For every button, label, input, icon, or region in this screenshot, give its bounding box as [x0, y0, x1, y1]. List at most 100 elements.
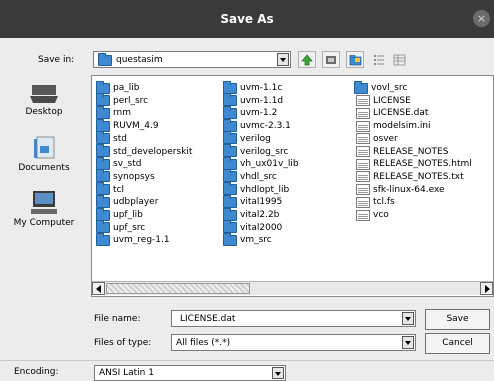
save-button[interactable]: Save — [425, 309, 490, 330]
list-item[interactable]: vital1995 — [223, 194, 283, 208]
file-icon — [356, 95, 370, 107]
list-item[interactable]: tcl — [96, 182, 124, 196]
list-item-label: std — [113, 133, 127, 144]
folder-icon — [96, 220, 110, 234]
folder-icon — [223, 118, 237, 132]
list-item[interactable]: uvm_reg-1.1 — [96, 232, 170, 246]
list-item[interactable]: osver — [354, 133, 398, 145]
place-documents[interactable]: Documents — [0, 135, 88, 173]
list-item-label: uvm-1.2 — [240, 108, 278, 119]
list-item-label: LICENSE.dat — [373, 108, 429, 119]
list-item[interactable]: uvm-1.1c — [223, 80, 282, 94]
list-item[interactable]: modelsim.ini — [354, 120, 431, 132]
place-desktop-label: Desktop — [25, 107, 63, 117]
scroll-right-icon[interactable] — [480, 282, 493, 295]
list-item[interactable]: LICENSE — [354, 95, 411, 107]
list-item[interactable]: RELEASE_NOTES — [354, 146, 448, 158]
list-view-button[interactable] — [370, 51, 388, 68]
list-item[interactable]: sv_std — [96, 156, 141, 170]
folder-icon — [96, 169, 110, 183]
new-folder-icon — [349, 54, 361, 65]
list-item[interactable]: synopsys — [96, 169, 155, 183]
list-item[interactable]: RUVM_4.9 — [96, 118, 159, 132]
list-item[interactable]: udbplayer — [96, 194, 158, 208]
list-item-label: vital1995 — [240, 197, 283, 208]
folder-icon — [223, 207, 237, 221]
list-item[interactable]: perl_src — [96, 93, 148, 107]
folder-icon — [96, 93, 110, 107]
horizontal-scrollbar[interactable] — [92, 281, 493, 295]
file-name-value: LICENSE.dat — [180, 314, 236, 324]
list-item[interactable]: verilog — [223, 131, 271, 145]
file-icon — [356, 146, 370, 157]
chevron-down-icon[interactable] — [277, 53, 289, 66]
list-item[interactable]: vital2.2b — [223, 207, 280, 221]
chevron-down-icon[interactable] — [402, 336, 414, 349]
chevron-down-icon[interactable] — [272, 367, 284, 379]
list-view-icon — [374, 54, 384, 65]
up-folder-button[interactable] — [298, 51, 316, 68]
file-type-select[interactable]: All files (*.*) — [171, 334, 416, 351]
details-view-button[interactable] — [390, 51, 408, 68]
folder-icon — [96, 194, 110, 208]
folder-icon — [96, 118, 110, 132]
file-name-input[interactable]: LICENSE.dat — [171, 310, 416, 327]
list-item-label: tcl — [113, 184, 124, 195]
place-documents-label: Documents — [18, 163, 70, 173]
list-item-label: vital2.2b — [240, 210, 280, 220]
folder-icon — [96, 144, 110, 157]
save-in-combo[interactable]: questasim — [93, 51, 291, 68]
list-item[interactable]: vovl_src — [354, 80, 407, 94]
folder-icon — [223, 182, 237, 196]
list-item-label: vco — [373, 210, 389, 220]
close-icon[interactable]: × — [473, 10, 490, 27]
list-item-label: vhdl_src — [240, 171, 277, 182]
list-item[interactable]: sfk-linux-64.exe — [354, 184, 445, 196]
encoding-select[interactable]: ANSI Latin 1 — [94, 365, 286, 381]
list-item[interactable]: uvm-1.1d — [223, 93, 283, 107]
list-item-label: vital2000 — [240, 222, 283, 233]
list-item[interactable]: tcl.fs — [354, 196, 395, 208]
file-type-value: All files (*.*) — [176, 338, 231, 348]
list-item[interactable]: vh_ux01v_lib — [223, 156, 299, 170]
scrollbar-thumb[interactable] — [106, 283, 250, 294]
place-my-computer[interactable]: My Computer — [0, 190, 88, 228]
folder-icon — [98, 53, 112, 66]
encoding-label: Encoding: — [14, 367, 59, 377]
list-item[interactable]: vhdl_src — [223, 169, 277, 183]
place-desktop[interactable]: Desktop — [0, 83, 88, 117]
list-item[interactable]: LICENSE.dat — [354, 107, 428, 119]
desktop-icon — [30, 85, 58, 103]
home-button[interactable] — [322, 51, 340, 68]
file-icon — [356, 120, 370, 132]
home-icon — [326, 55, 336, 64]
folder-icon — [223, 156, 237, 170]
folder-icon — [223, 93, 237, 107]
list-item[interactable]: vm_src — [223, 232, 272, 246]
list-item-label: pa_lib — [113, 83, 140, 93]
list-item[interactable]: uvm-1.2 — [223, 105, 278, 119]
file-icon — [356, 184, 370, 196]
list-item[interactable]: std — [96, 131, 127, 145]
scroll-left-icon[interactable] — [92, 282, 105, 295]
list-item-label: RUVM_4.9 — [113, 121, 159, 132]
list-item[interactable]: rnm — [96, 105, 131, 119]
cancel-button[interactable]: Cancel — [425, 333, 490, 354]
list-item[interactable]: std_developerskit — [96, 144, 192, 158]
chevron-down-icon[interactable] — [402, 312, 414, 325]
list-item[interactable]: upf_lib — [96, 207, 143, 221]
file-icon — [356, 133, 370, 145]
list-item[interactable]: RELEASE_NOTES.html — [354, 158, 472, 170]
folder-icon — [223, 232, 237, 246]
list-item[interactable]: vital2000 — [223, 220, 283, 234]
list-item[interactable]: upf_src — [96, 220, 145, 234]
file-list[interactable]: pa_lib perl_src rnm RUVM_4.9 std std_develope… — [91, 75, 494, 297]
list-item[interactable]: uvmc-2.3.1 — [223, 118, 291, 132]
list-item[interactable]: vco — [354, 209, 389, 221]
list-item[interactable]: verilog_src — [223, 144, 288, 158]
new-folder-button[interactable] — [346, 51, 364, 68]
list-item[interactable]: vhdlopt_lib — [223, 182, 289, 196]
list-item[interactable]: RELEASE_NOTES.txt — [354, 171, 464, 183]
list-item[interactable]: pa_lib — [96, 80, 140, 94]
list-item-label: synopsys — [113, 171, 155, 182]
